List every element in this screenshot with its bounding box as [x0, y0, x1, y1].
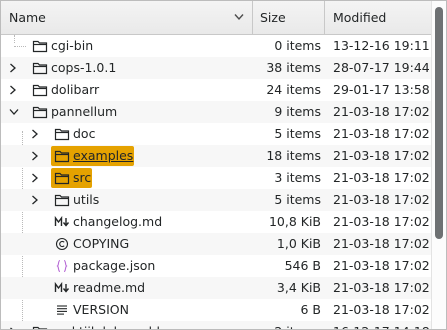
folder-icon — [32, 62, 48, 75]
text-file-icon — [57, 305, 67, 315]
file-name[interactable]: utils — [73, 189, 99, 211]
file-name[interactable]: changelog.md — [73, 211, 162, 233]
sort-descending-icon[interactable] — [234, 13, 244, 21]
table-row[interactable]: pannellum 9 items 21-03-18 17:02 — [1, 101, 431, 123]
file-modified: 21-03-18 17:02 — [333, 236, 430, 251]
folder-icon — [54, 172, 70, 185]
file-modified: 29-01-17 13:58 — [333, 82, 430, 97]
table-row[interactable]: changelog.md 10,8 KiB 21-03-18 17:02 — [1, 211, 431, 233]
column-header-name[interactable]: Name — [1, 1, 253, 34]
file-size: 5 items — [274, 126, 321, 141]
file-name[interactable]: cgi-bin — [51, 35, 93, 57]
file-size: 9 items — [274, 104, 321, 119]
folder-icon — [32, 326, 48, 329]
chevron-right-icon[interactable] — [31, 195, 39, 205]
file-size: 546 B — [284, 258, 321, 273]
chevron-right-icon[interactable] — [9, 85, 17, 95]
file-modified: 21-03-18 17:02 — [333, 192, 430, 207]
folder-icon — [32, 84, 48, 97]
file-modified: 21-03-18 17:02 — [333, 170, 430, 185]
file-name[interactable]: examples — [73, 145, 133, 167]
file-modified: 16-12-17 14:18 — [333, 321, 431, 329]
file-size: 10,8 KiB — [268, 214, 321, 229]
column-header-name-label: Name — [9, 10, 46, 25]
chevron-right-icon[interactable] — [31, 151, 39, 161]
file-size: 6 B — [300, 302, 321, 317]
file-modified: 28-07-17 19:44 — [333, 60, 430, 75]
table-row[interactable]: praktijkdekorenbloem 2 items 16-12-17 14:1… — [1, 321, 431, 329]
vertical-scrollbar[interactable] — [431, 1, 446, 329]
table-row[interactable]: package.json 546 B 21-03-18 17:02 — [1, 255, 431, 277]
file-name[interactable]: COPYING — [73, 233, 129, 255]
file-size: 1,0 KiB — [276, 236, 321, 251]
file-size: 3 items — [274, 170, 321, 185]
folder-icon — [32, 40, 48, 53]
column-header-size-label: Size — [260, 10, 286, 25]
column-header: Name Size Modified — [1, 1, 431, 35]
table-row[interactable]: COPYING 1,0 KiB 21-03-18 17:02 — [1, 233, 431, 255]
chevron-right-icon[interactable] — [31, 129, 39, 139]
file-name[interactable]: praktijkdekorenbloem — [51, 321, 188, 329]
file-size: 0 items — [274, 38, 321, 53]
file-name[interactable]: src — [73, 167, 91, 189]
file-size: 24 items — [266, 82, 321, 97]
file-modified: 21-03-18 17:02 — [333, 126, 430, 141]
file-size: 18 items — [266, 148, 321, 163]
file-modified: 21-03-18 17:02 — [333, 104, 430, 119]
file-modified: 21-03-18 17:02 — [333, 302, 430, 317]
table-row[interactable]: src 3 items 21-03-18 17:02 — [1, 167, 431, 189]
file-size: 2 items — [253, 321, 321, 329]
scrollbar-thumb[interactable] — [435, 7, 443, 239]
copyright-icon — [55, 237, 69, 251]
table-row[interactable]: dolibarr 24 items 29-01-17 13:58 — [1, 79, 431, 101]
table-row[interactable]: VERSION 6 B 21-03-18 17:02 — [1, 299, 431, 321]
file-tree-view: Name Size Modified cgi-bin 0 items 13-12-1… — [0, 0, 447, 330]
markdown-icon — [54, 215, 70, 227]
json-icon — [56, 259, 68, 273]
table-row[interactable]: cgi-bin 0 items 13-12-16 19:11 — [1, 35, 431, 57]
file-modified: 13-12-16 19:11 — [333, 38, 430, 53]
chevron-down-icon[interactable] — [9, 108, 19, 116]
file-name[interactable]: doc — [73, 123, 95, 145]
folder-icon — [54, 128, 70, 141]
table-row[interactable]: readme.md 3,4 KiB 21-03-18 17:02 — [1, 277, 431, 299]
file-name[interactable]: VERSION — [73, 299, 129, 321]
file-modified: 21-03-18 17:02 — [333, 148, 430, 163]
table-row[interactable]: utils 5 items 21-03-18 17:02 — [1, 189, 431, 211]
chevron-right-icon[interactable] — [31, 173, 39, 183]
file-modified: 21-03-18 17:02 — [333, 258, 430, 273]
column-header-modified[interactable]: Modified — [325, 1, 431, 34]
file-size: 5 items — [274, 192, 321, 207]
table-row[interactable]: cops-1.0.1 38 items 28-07-17 19:44 — [1, 57, 431, 79]
column-header-modified-label: Modified — [333, 10, 387, 25]
file-size: 38 items — [266, 60, 321, 75]
table-row[interactable]: doc 5 items 21-03-18 17:02 — [1, 123, 431, 145]
file-name[interactable]: cops-1.0.1 — [51, 57, 116, 79]
table-row[interactable]: examples 18 items 21-03-18 17:02 — [1, 145, 431, 167]
folder-icon — [32, 106, 48, 119]
file-name[interactable]: dolibarr — [51, 79, 99, 101]
folder-icon — [54, 150, 70, 163]
chevron-right-icon[interactable] — [9, 63, 17, 73]
file-modified: 21-03-18 17:02 — [333, 214, 430, 229]
file-name[interactable]: package.json — [73, 255, 155, 277]
file-modified: 21-03-18 17:02 — [333, 280, 430, 295]
file-name[interactable]: readme.md — [73, 277, 145, 299]
file-name[interactable]: pannellum — [51, 101, 117, 123]
markdown-icon — [54, 281, 70, 293]
file-size: 3,4 KiB — [276, 280, 321, 295]
folder-icon — [54, 194, 70, 207]
column-header-size[interactable]: Size — [253, 1, 325, 34]
